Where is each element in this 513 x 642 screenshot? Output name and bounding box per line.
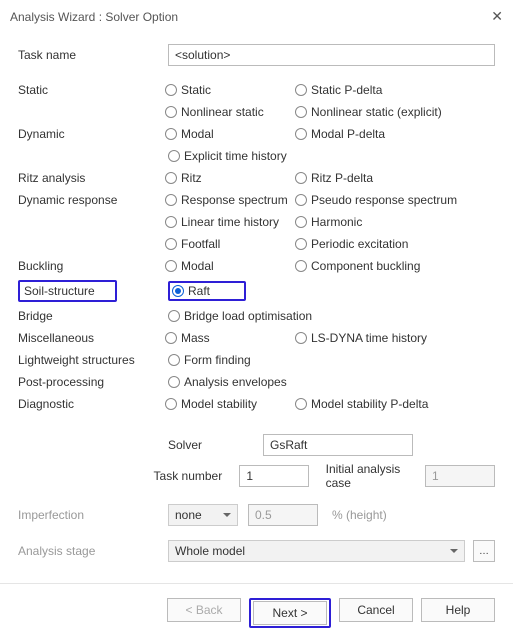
close-icon[interactable]: ✕ — [491, 8, 503, 25]
cancel-button[interactable]: Cancel — [339, 598, 413, 622]
radio-modal[interactable]: Modal — [165, 127, 214, 141]
radio-modal-pdelta[interactable]: Modal P-delta — [295, 127, 385, 141]
radio-model-stability[interactable]: Model stability — [165, 397, 257, 411]
radio-explicit-time-history[interactable]: Explicit time history — [168, 149, 287, 163]
radio-analysis-envelopes[interactable]: Analysis envelopes — [168, 375, 287, 389]
lightweight-label: Lightweight structures — [18, 353, 168, 367]
radio-linear-time-history[interactable]: Linear time history — [165, 215, 279, 229]
analysis-stage-select: Whole model — [168, 540, 465, 562]
task-number-input[interactable] — [239, 465, 309, 487]
initial-case-input — [425, 465, 495, 487]
task-number-label: Task number — [154, 469, 240, 483]
radio-harmonic[interactable]: Harmonic — [295, 215, 362, 229]
task-name-input[interactable] — [168, 44, 495, 66]
radio-form-finding[interactable]: Form finding — [168, 353, 251, 367]
dynamic-label: Dynamic — [18, 127, 165, 141]
help-button[interactable]: Help — [421, 598, 495, 622]
back-button: < Back — [167, 598, 241, 622]
dynresp-label: Dynamic response — [18, 193, 165, 207]
radio-ritz-pdelta[interactable]: Ritz P-delta — [295, 171, 373, 185]
imperfection-select: none — [168, 504, 238, 526]
analysis-stage-more-button[interactable]: … — [473, 540, 495, 562]
window-title: Analysis Wizard : Solver Option — [10, 10, 178, 24]
post-label: Post-processing — [18, 375, 168, 389]
solver-label: Solver — [168, 438, 263, 452]
analysis-stage-label: Analysis stage — [18, 544, 168, 558]
radio-lsdyna-time-history[interactable]: LS-DYNA time history — [295, 331, 427, 345]
radio-nonlinear-static[interactable]: Nonlinear static — [165, 105, 264, 119]
misc-label: Miscellaneous — [18, 331, 165, 345]
radio-static[interactable]: Static — [165, 83, 211, 97]
radio-raft[interactable]: Raft — [172, 284, 210, 298]
bridge-label: Bridge — [18, 309, 168, 323]
initial-case-label: Initial analysis case — [326, 462, 425, 490]
diag-label: Diagnostic — [18, 397, 165, 411]
radio-periodic-excitation[interactable]: Periodic excitation — [295, 237, 408, 251]
imperfection-value — [248, 504, 318, 526]
radio-static-pdelta[interactable]: Static P-delta — [295, 83, 382, 97]
imperfection-unit: % (height) — [332, 508, 387, 522]
ritz-label: Ritz analysis — [18, 171, 165, 185]
raft-highlight: Raft — [168, 281, 246, 301]
buckling-label: Buckling — [18, 259, 165, 273]
next-highlight: Next > — [249, 598, 331, 628]
radio-ritz[interactable]: Ritz — [165, 171, 202, 185]
static-label: Static — [18, 83, 165, 97]
task-name-label: Task name — [18, 48, 168, 62]
radio-model-stability-pdelta[interactable]: Model stability P-delta — [295, 397, 428, 411]
soil-structure-label-highlight: Soil-structure — [18, 280, 117, 302]
radio-component-buckling[interactable]: Component buckling — [295, 259, 420, 273]
radio-footfall[interactable]: Footfall — [165, 237, 220, 251]
radio-pseudo-response-spectrum[interactable]: Pseudo response spectrum — [295, 193, 457, 207]
solver-input[interactable] — [263, 434, 413, 456]
next-button[interactable]: Next > — [253, 601, 327, 625]
radio-nonlinear-static-explicit[interactable]: Nonlinear static (explicit) — [295, 105, 442, 119]
radio-mass[interactable]: Mass — [165, 331, 210, 345]
radio-response-spectrum[interactable]: Response spectrum — [165, 193, 288, 207]
imperfection-label: Imperfection — [18, 508, 168, 522]
radio-bridge-load-optimisation[interactable]: Bridge load optimisation — [168, 309, 312, 323]
radio-modal-buckling[interactable]: Modal — [165, 259, 214, 273]
